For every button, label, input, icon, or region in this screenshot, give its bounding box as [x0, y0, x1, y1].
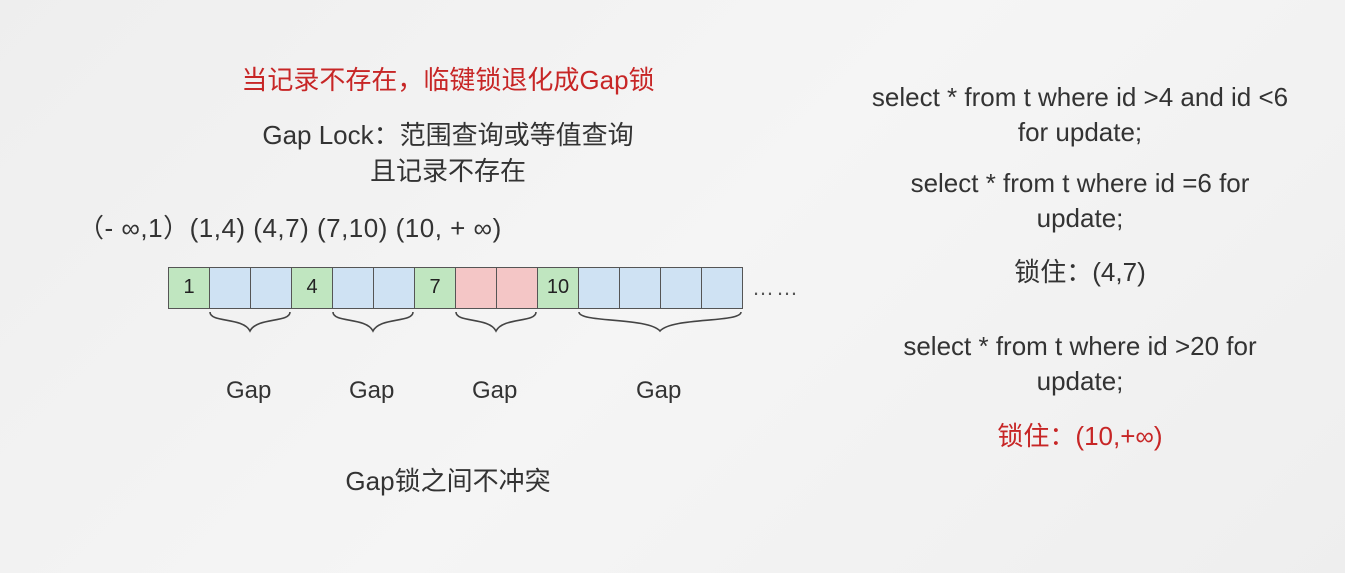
cell-empty-4: [332, 267, 374, 309]
ellipsis: ……: [752, 275, 800, 301]
lock-result-2: 锁住：(10,+∞): [870, 416, 1290, 453]
cell-empty-13: [701, 267, 743, 309]
cell-empty-7: [455, 267, 497, 309]
cell-empty-8: [496, 267, 538, 309]
cell-empty-5: [373, 267, 415, 309]
cell-empty-1: [209, 267, 251, 309]
subtitle-line1: Gap Lock：范围查询或等值查询: [262, 120, 633, 150]
gap-label-1: Gap: [226, 377, 271, 405]
gap-label-2: Gap: [349, 377, 394, 405]
right-panel: select * from t where id >4 and id <6 fo…: [870, 80, 1290, 453]
cell-value-7: 7: [414, 267, 456, 309]
lock-result-1: 锁住：(4,7): [870, 252, 1290, 289]
cell-value-10: 10: [537, 267, 579, 309]
brace-2: [332, 311, 414, 341]
subtitle-line2: 且记录不存在: [370, 156, 526, 186]
title-red: 当记录不存在，临键锁退化成Gap锁: [68, 60, 828, 97]
braces-row: [168, 311, 828, 347]
cells-diagram: 1 4 7 10 …… Gap Gap Gap Gap: [168, 267, 828, 411]
sql-statement-2: select * from t where id =6 for update;: [870, 166, 1290, 236]
interval-list: （- ∞,1）(1,4) (4,7) (7,10) (10, + ∞): [68, 208, 828, 245]
cell-value-4: 4: [291, 267, 333, 309]
sql-statement-3: select * from t where id >20 for update;: [870, 329, 1290, 399]
cell-value-1: 1: [168, 267, 210, 309]
brace-1: [209, 311, 291, 341]
cells-row: 1 4 7 10: [168, 267, 828, 309]
subtitle: Gap Lock：范围查询或等值查询 且记录不存在: [68, 117, 828, 190]
gap-labels-row: Gap Gap Gap Gap: [168, 377, 828, 411]
gap-label-4: Gap: [636, 377, 681, 405]
left-panel: 当记录不存在，临键锁退化成Gap锁 Gap Lock：范围查询或等值查询 且记录…: [68, 60, 828, 498]
cell-empty-11: [619, 267, 661, 309]
footer-note: Gap锁之间不冲突: [68, 461, 828, 498]
cell-empty-12: [660, 267, 702, 309]
brace-4: [578, 311, 742, 341]
cell-empty-2: [250, 267, 292, 309]
sql-statement-1: select * from t where id >4 and id <6 fo…: [870, 80, 1290, 150]
cell-empty-10: [578, 267, 620, 309]
brace-3: [455, 311, 537, 341]
gap-label-3: Gap: [472, 377, 517, 405]
